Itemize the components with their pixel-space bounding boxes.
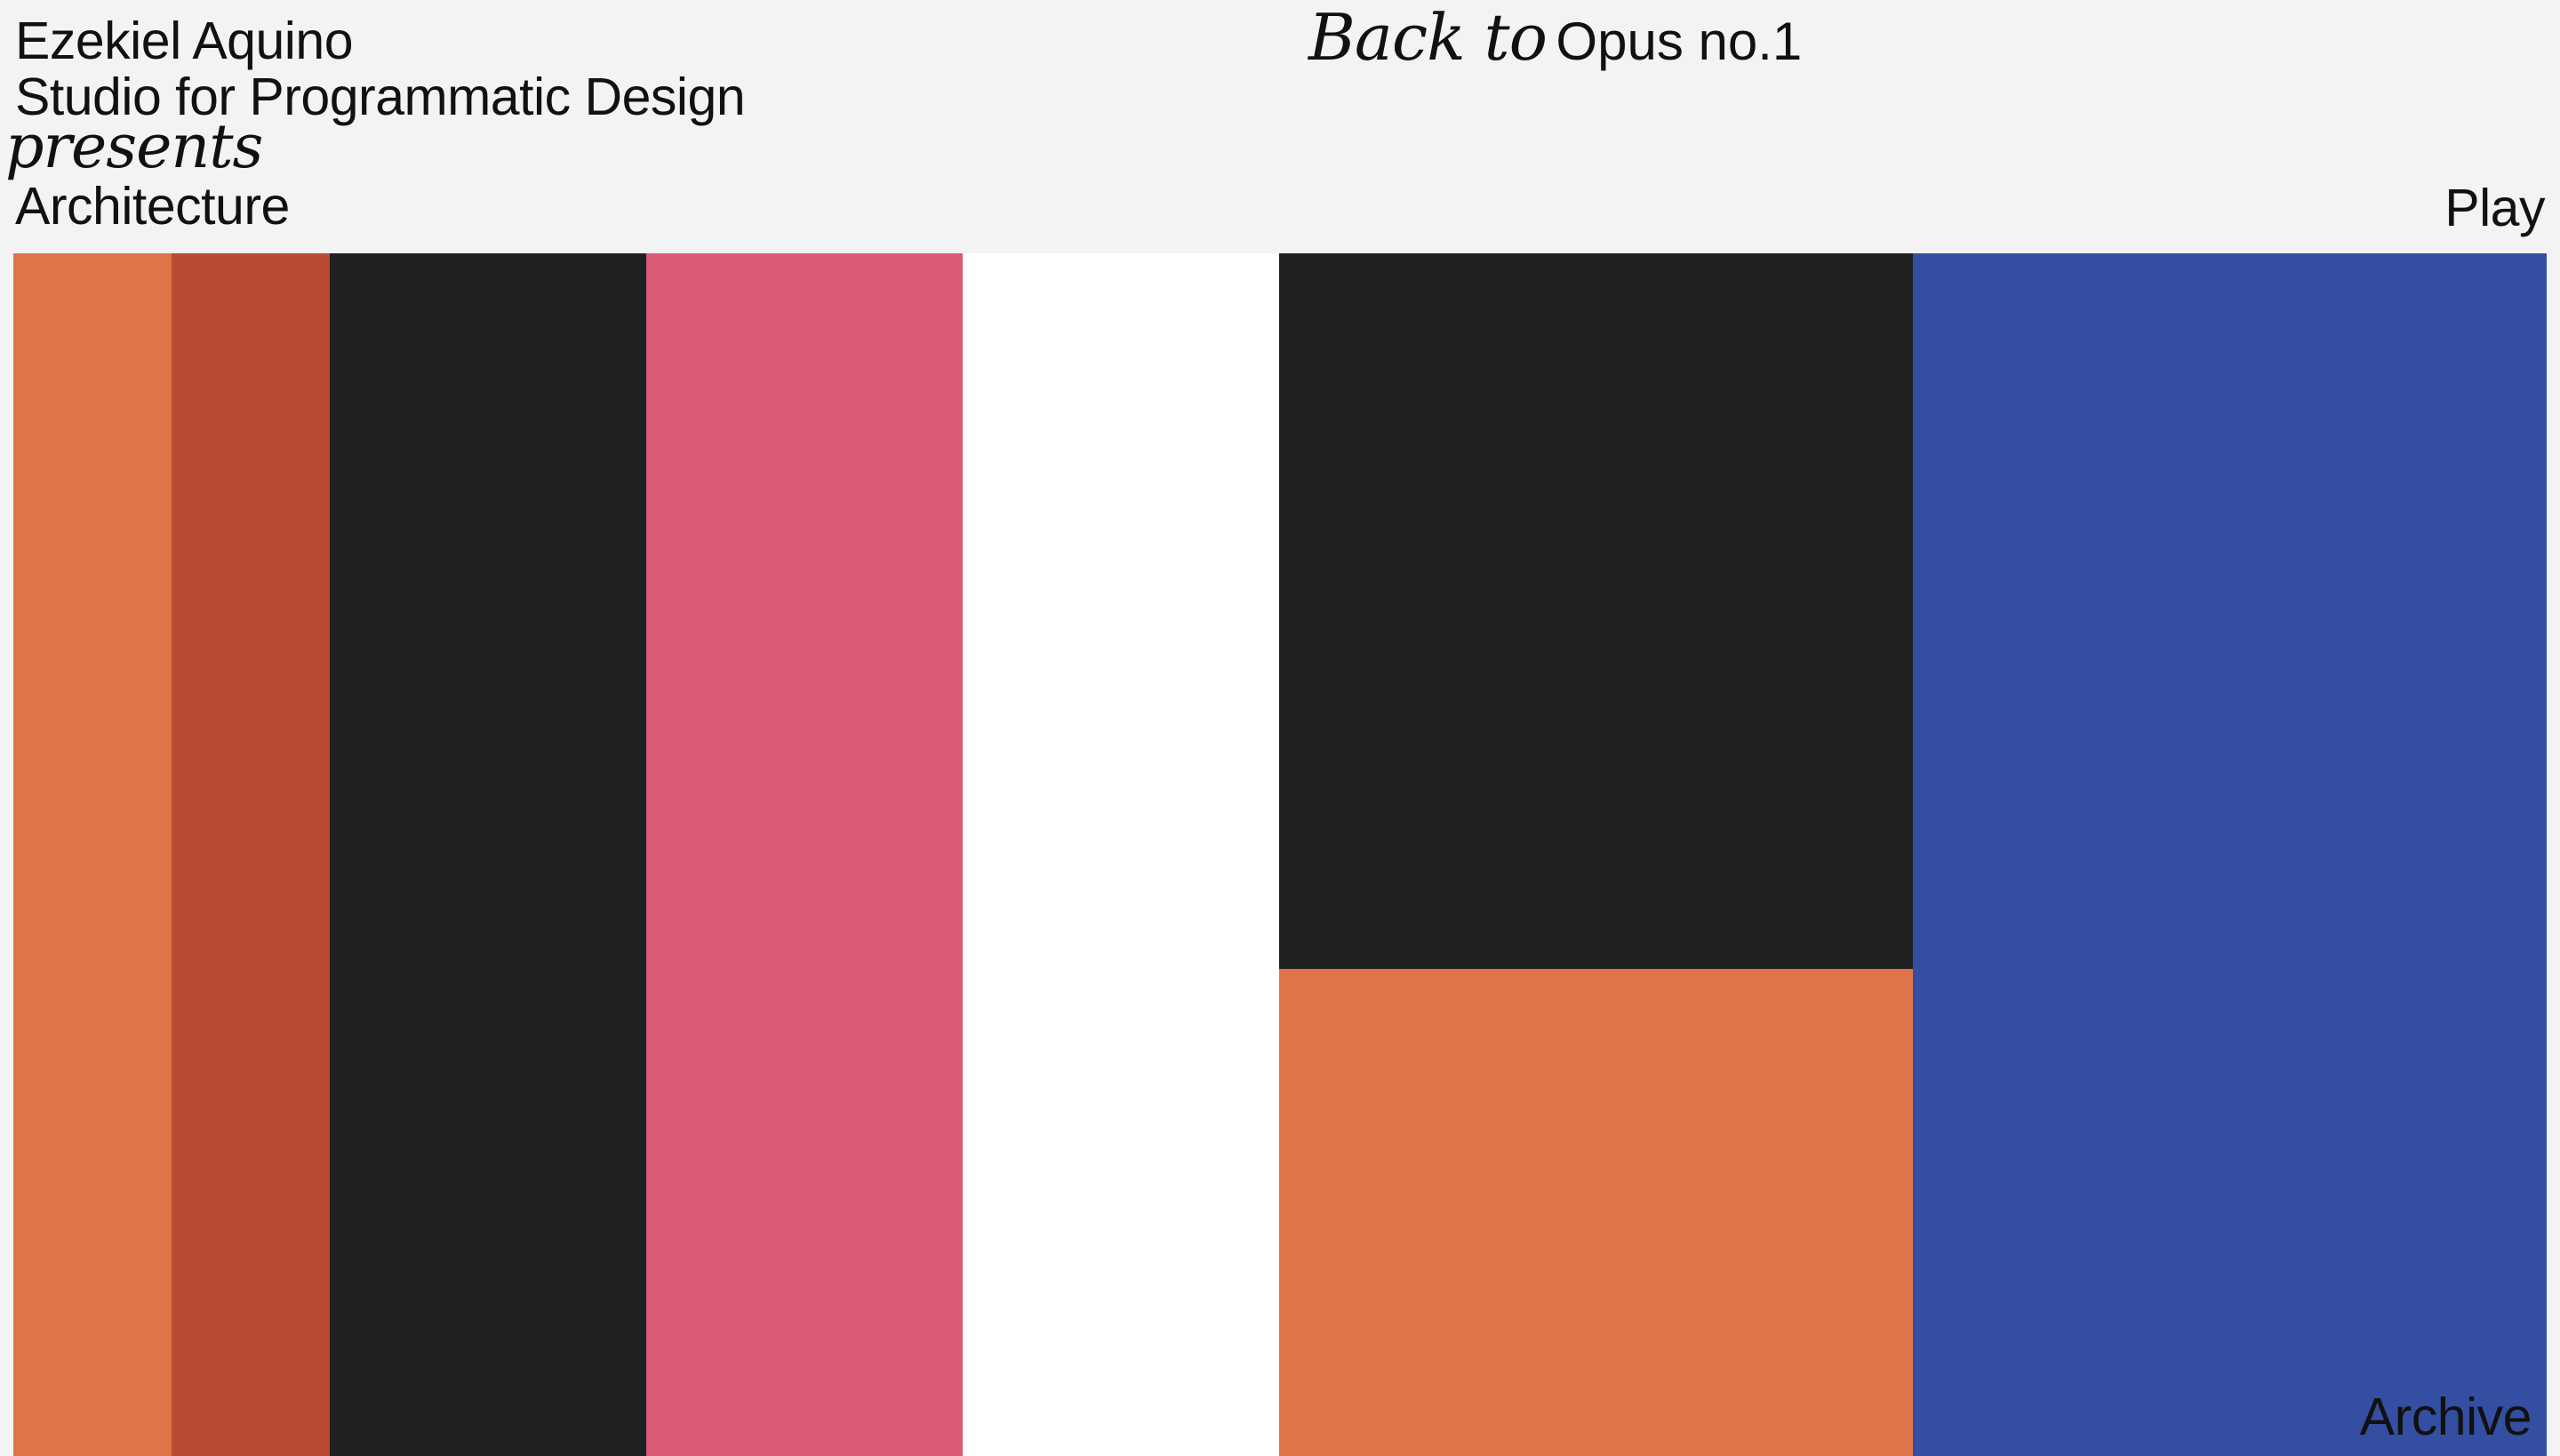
orange-block xyxy=(1279,969,1913,1456)
work-title: Architecture xyxy=(15,177,290,236)
presents-label: presents xyxy=(5,112,263,182)
artwork-composition: Archive xyxy=(13,253,2547,1456)
archive-link[interactable]: Archive xyxy=(2360,1391,2532,1444)
orange-stripe xyxy=(13,253,172,1456)
back-to-link[interactable]: Back to Opus no.1 xyxy=(1308,5,1802,69)
play-button[interactable]: Play xyxy=(2444,182,2545,235)
studio-name: Ezekiel Aquino xyxy=(15,12,354,70)
blue-stripe xyxy=(1913,253,2547,1456)
back-target: Opus no.1 xyxy=(1556,12,1803,71)
rust-stripe xyxy=(172,253,330,1456)
black-block xyxy=(1279,253,1913,969)
back-prefix: Back to xyxy=(1308,0,1548,75)
black-stripe xyxy=(330,253,646,1456)
pink-stripe xyxy=(646,253,963,1456)
white-stripe xyxy=(963,253,1279,1456)
